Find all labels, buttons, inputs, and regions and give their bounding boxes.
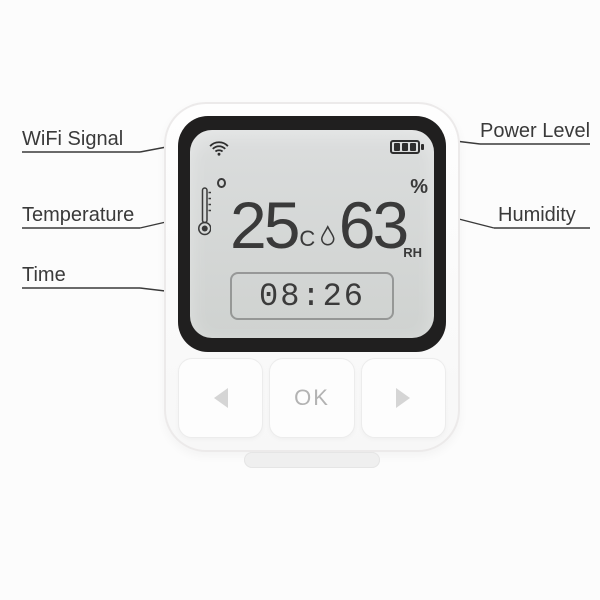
button-row: OK	[178, 358, 446, 438]
triangle-left-icon	[214, 388, 228, 408]
ok-button[interactable]: OK	[269, 358, 354, 438]
droplet-icon	[321, 222, 334, 248]
temperature-unit: C	[299, 226, 315, 252]
label-temperature: Temperature	[22, 204, 134, 227]
time-value: 08:26	[259, 278, 365, 315]
right-button[interactable]	[361, 358, 446, 438]
humidity-value: 63	[339, 192, 406, 258]
lcd-screen: 25 C 63 % RH 08:26	[190, 130, 434, 338]
lcd-bezel: 25 C 63 % RH 08:26	[178, 116, 446, 352]
label-wifi-signal: WiFi Signal	[22, 128, 123, 151]
wifi-icon	[208, 140, 230, 156]
device-body: 25 C 63 % RH 08:26 OK	[164, 102, 460, 452]
left-button[interactable]	[178, 358, 263, 438]
thermometer-icon	[198, 176, 211, 248]
label-power-level: Power Level	[480, 120, 590, 143]
readings-row: 25 C 63 % RH	[196, 166, 428, 258]
humidity-percent: %	[410, 176, 428, 199]
degree-symbol	[217, 178, 226, 188]
time-box: 08:26	[230, 272, 394, 320]
triangle-right-icon	[396, 388, 410, 408]
device-stand	[244, 452, 380, 468]
label-humidity: Humidity	[498, 204, 576, 227]
temperature-value: 25	[230, 192, 297, 258]
humidity-rh: RH	[403, 245, 422, 260]
battery-icon	[390, 140, 420, 154]
label-time: Time	[22, 264, 66, 287]
